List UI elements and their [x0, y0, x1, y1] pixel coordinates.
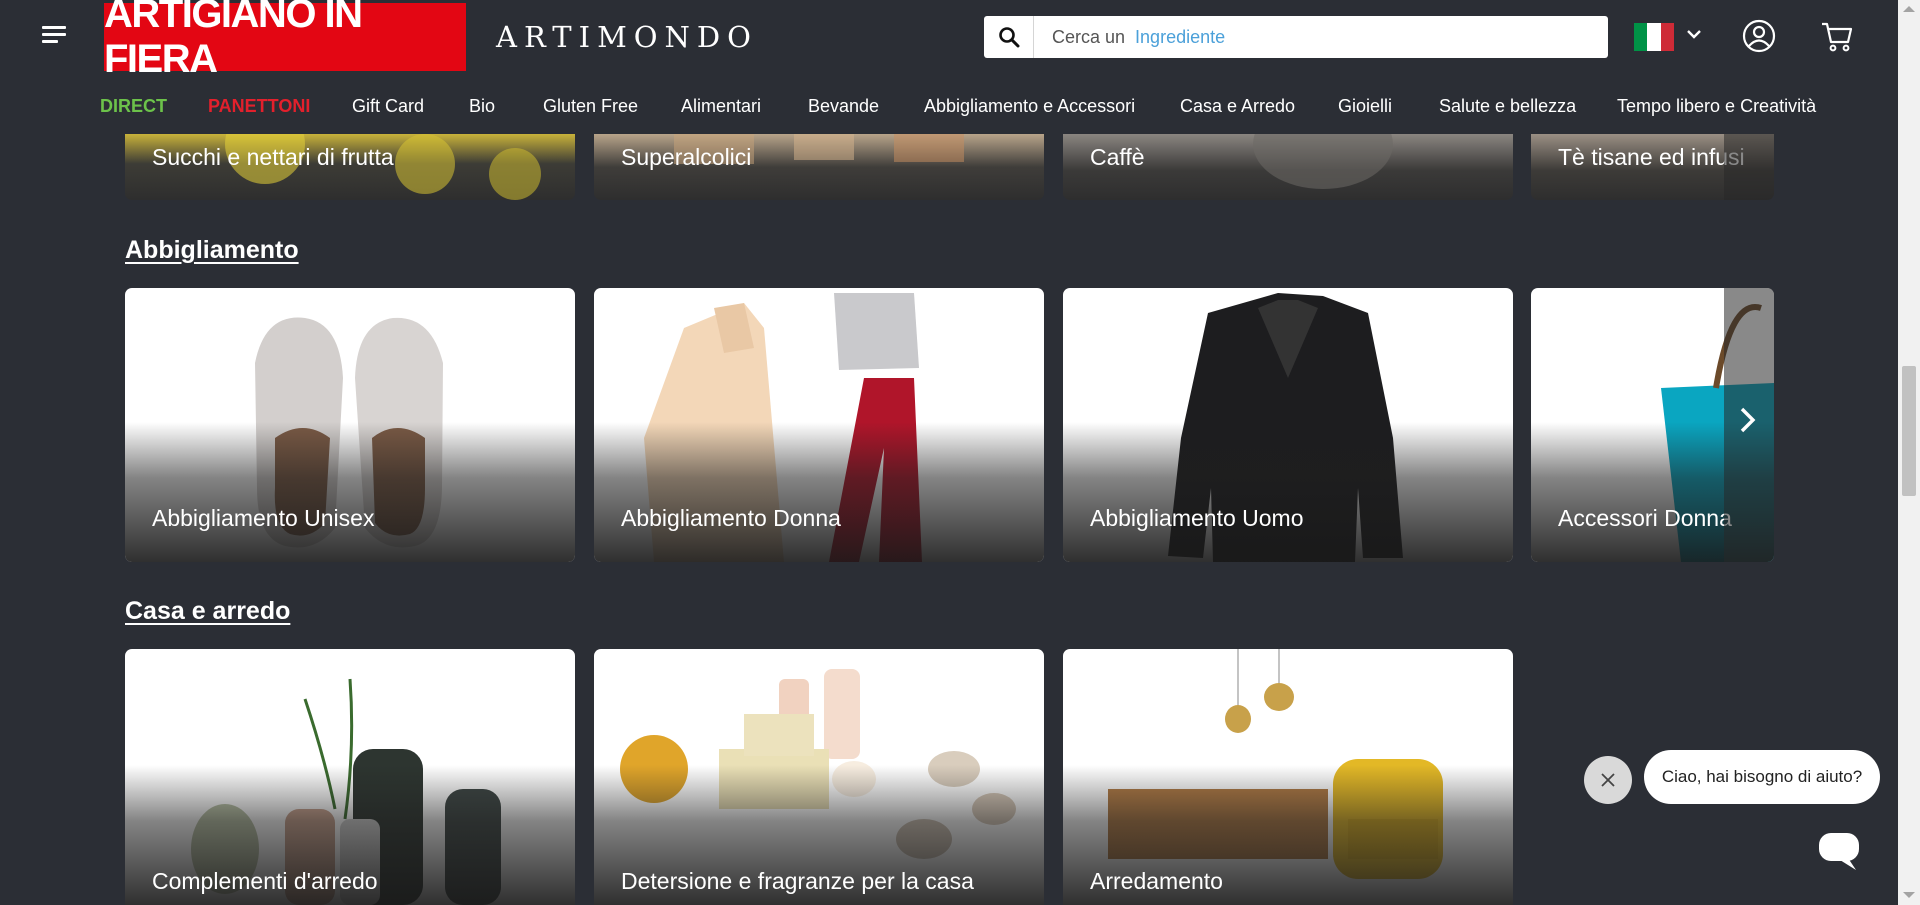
nav-item-gioielli[interactable]: Gioielli [1338, 96, 1392, 117]
section-title-abbigliamento[interactable]: Abbigliamento [125, 236, 299, 265]
section-title-casa-arredo[interactable]: Casa e arredo [125, 597, 290, 626]
logo-text: ARTIGIANO IN FIERA [104, 0, 363, 81]
close-icon [1601, 773, 1615, 787]
category-card-detersione-fragranze[interactable]: Detersione e fragranze per la casa [594, 649, 1044, 905]
card-shade [594, 422, 1044, 562]
site-header: ARTIGIANO IN FIERA ARTIMONDO Cerca un In… [0, 0, 1898, 134]
category-card[interactable]: Caffè [1063, 134, 1513, 200]
nav-item-casa-arredo[interactable]: Casa e Arredo [1180, 96, 1295, 117]
nav-item-tempo-libero[interactable]: Tempo libero e Creatività [1617, 96, 1816, 117]
card-label: Succhi e nettari di frutta [152, 144, 394, 170]
search-icon [998, 27, 1019, 48]
italy-flag-icon[interactable] [1634, 23, 1674, 51]
card-label: Complementi d'arredo [152, 868, 378, 894]
nav-item-alimentari[interactable]: Alimentari [681, 96, 761, 117]
scroll-down-arrow-icon[interactable] [1903, 892, 1915, 898]
nav-item-direct[interactable]: DIRECT [100, 96, 167, 117]
artigiano-logo[interactable]: ARTIGIANO IN FIERA [104, 0, 466, 81]
artimondo-brand[interactable]: ARTIMONDO [496, 20, 758, 54]
cart-icon[interactable] [1820, 21, 1854, 53]
chat-close-button[interactable] [1584, 756, 1632, 804]
category-card[interactable]: Succhi e nettari di frutta [125, 134, 575, 200]
search-bar: Cerca un Ingrediente [984, 16, 1608, 58]
category-card-complementi-arredo[interactable]: Complementi d'arredo [125, 649, 575, 905]
carousel-fade [1724, 134, 1774, 200]
top-bar: ARTIGIANO IN FIERA ARTIMONDO Cerca un In… [0, 0, 1898, 81]
chevron-right-icon[interactable] [1738, 405, 1758, 435]
chat-prompt-bubble[interactable]: Ciao, hai bisogno di aiuto? [1644, 750, 1880, 804]
nav-item-bevande[interactable]: Bevande [808, 96, 879, 117]
card-label: Tè tisane ed infusi [1558, 144, 1745, 170]
category-card-arredamento[interactable]: Arredamento [1063, 649, 1513, 905]
nav-item-bio[interactable]: Bio [469, 96, 495, 117]
card-shade [125, 422, 575, 562]
category-card-abbigliamento-uomo[interactable]: Abbigliamento Uomo [1063, 288, 1513, 562]
category-card-abbigliamento-donna[interactable]: Abbigliamento Donna [594, 288, 1044, 562]
card-label: Abbigliamento Uomo [1090, 505, 1304, 531]
nav-item-salute-bellezza[interactable]: Salute e bellezza [1439, 96, 1576, 117]
card-label: Abbigliamento Unisex [152, 505, 375, 531]
search-prefix: Cerca un [1052, 26, 1126, 47]
card-shade [1063, 422, 1513, 562]
scroll-up-arrow-icon[interactable] [1903, 6, 1915, 12]
card-label: Accessori Donna [1558, 505, 1732, 531]
category-card[interactable]: Superalcolici [594, 134, 1044, 200]
search-input[interactable]: Cerca un Ingrediente [1034, 16, 1608, 58]
card-label: Abbigliamento Donna [621, 505, 841, 531]
menu-icon[interactable] [42, 26, 66, 46]
card-label: Arredamento [1090, 868, 1223, 894]
category-card[interactable]: Tè tisane ed infusi [1531, 134, 1774, 200]
chevron-down-icon[interactable] [1686, 28, 1702, 40]
chat-icon[interactable] [1818, 832, 1860, 872]
search-button[interactable] [984, 16, 1034, 58]
scrollbar-thumb[interactable] [1902, 366, 1916, 496]
user-account-icon[interactable] [1742, 19, 1776, 53]
main-nav: DIRECT PANETTONI Gift Card Bio Gluten Fr… [0, 96, 1898, 122]
card-label: Superalcolici [621, 144, 752, 170]
nav-item-gluten-free[interactable]: Gluten Free [543, 96, 638, 117]
search-placeholder-word: Ingrediente [1135, 26, 1226, 47]
category-card-abbigliamento-unisex[interactable]: Abbigliamento Unisex [125, 288, 575, 562]
card-label: Detersione e fragranze per la casa [621, 868, 974, 894]
nav-item-panettoni[interactable]: PANETTONI [208, 96, 310, 117]
card-label: Caffè [1090, 144, 1145, 170]
nav-item-gift-card[interactable]: Gift Card [352, 96, 424, 117]
nav-item-abbigliamento-accessori[interactable]: Abbigliamento e Accessori [924, 96, 1135, 117]
